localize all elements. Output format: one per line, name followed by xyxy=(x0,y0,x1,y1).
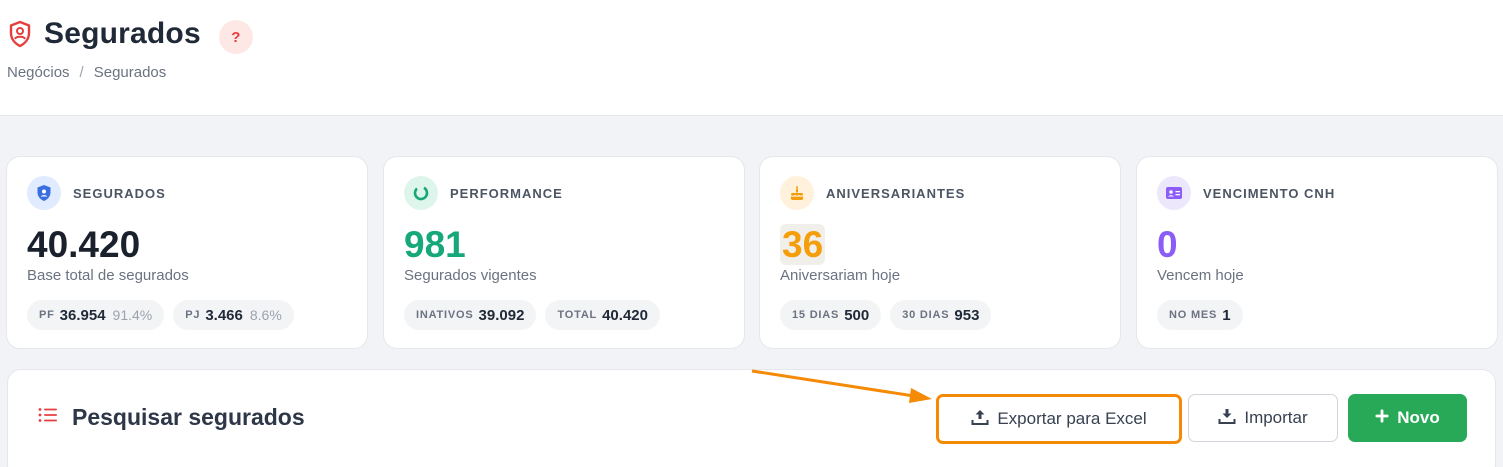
card-vencimento-cnh: VENCIMENTO CNH 0 Vencem hoje NO MES 1 xyxy=(1136,156,1498,349)
import-button[interactable]: Importar xyxy=(1188,394,1338,442)
card-value: 0 xyxy=(1157,224,1178,265)
breadcrumb-item-negocios[interactable]: Negócios xyxy=(7,64,70,81)
upload-icon xyxy=(971,409,989,430)
chip-value: 500 xyxy=(844,306,870,324)
progress-ring-icon xyxy=(404,176,438,210)
chip-value: 1 xyxy=(1222,306,1231,324)
card-aniversariantes: ANIVERSARIANTES 36 Aniversariam hoje 15 … xyxy=(759,156,1121,349)
card-label: ANIVERSARIANTES xyxy=(826,185,966,201)
page-header: Segurados ? Negócios / Segurados xyxy=(0,0,1503,116)
breadcrumb-separator: / xyxy=(79,64,84,81)
shield-user-icon xyxy=(8,19,34,49)
chip-label: PF xyxy=(39,309,55,321)
card-value: 40.420 xyxy=(27,224,141,265)
card-chips: NO MES 1 xyxy=(1157,300,1243,330)
card-label: SEGURADOS xyxy=(73,185,166,201)
card-subtitle: Vencem hoje xyxy=(1157,267,1244,284)
card-label: PERFORMANCE xyxy=(450,185,563,201)
chip-value: 36.954 xyxy=(59,306,106,324)
chip-label: PJ xyxy=(185,309,201,321)
chip-inativos: INATIVOS 39.092 xyxy=(404,300,537,330)
card-value: 981 xyxy=(404,224,466,265)
chip-label: INATIVOS xyxy=(416,309,474,321)
card-label: VENCIMENTO CNH xyxy=(1203,185,1336,201)
card-value-text: 36 xyxy=(780,224,826,265)
page-title: Segurados xyxy=(44,17,201,50)
search-title: Pesquisar segurados xyxy=(72,404,305,430)
chip-value: 953 xyxy=(954,306,980,324)
card-header: PERFORMANCE xyxy=(404,176,563,210)
card-subtitle: Base total de segurados xyxy=(27,267,189,284)
card-subtitle: Aniversariam hoje xyxy=(780,267,901,284)
card-header: SEGURADOS xyxy=(27,176,166,210)
card-segurados: SEGURADOS 40.420 Base total de segurados… xyxy=(6,156,368,349)
shield-user-icon xyxy=(27,176,61,210)
chip-percent: 8.6% xyxy=(249,307,282,323)
chip-total: TOTAL 40.420 xyxy=(545,300,660,330)
card-header: ANIVERSARIANTES xyxy=(780,176,965,210)
export-label: Exportar para Excel xyxy=(997,409,1147,428)
chip-30-dias: 30 DIAS 953 xyxy=(890,300,992,330)
card-chips: 15 DIAS 500 30 DIAS 953 xyxy=(780,300,992,330)
chip-pf: PF 36.954 91.4% xyxy=(27,300,165,330)
download-icon xyxy=(1218,408,1236,429)
card-chips: PF 36.954 91.4% PJ 3.466 8.6% xyxy=(27,300,294,330)
import-label: Importar xyxy=(1244,408,1308,427)
chip-pj: PJ 3.466 8.6% xyxy=(173,300,294,330)
card-chips: INATIVOS 39.092 TOTAL 40.420 xyxy=(404,300,660,330)
chip-15-dias: 15 DIAS 500 xyxy=(780,300,882,330)
help-button[interactable]: ? xyxy=(218,20,253,54)
chip-percent: 91.4% xyxy=(112,307,153,323)
new-button[interactable]: Novo xyxy=(1348,394,1467,442)
card-value: 36 xyxy=(780,223,826,267)
breadcrumb: Negócios / Segurados xyxy=(7,64,166,81)
id-card-icon xyxy=(1157,176,1191,210)
search-title-row: Pesquisar segurados xyxy=(38,404,305,431)
chip-value: 40.420 xyxy=(602,306,648,324)
chip-label: 30 DIAS xyxy=(902,309,950,321)
list-icon xyxy=(38,407,58,428)
cake-icon xyxy=(780,176,814,210)
chip-label: 15 DIAS xyxy=(792,309,840,321)
card-performance: PERFORMANCE 981 Segurados vigentes INATI… xyxy=(383,156,745,349)
title-row: Segurados ? xyxy=(8,14,253,54)
breadcrumb-item-segurados: Segurados xyxy=(93,64,167,81)
new-label: Novo xyxy=(1397,408,1440,427)
plus-icon xyxy=(1375,408,1389,428)
card-subtitle: Segurados vigentes xyxy=(404,267,537,284)
card-header: VENCIMENTO CNH xyxy=(1157,176,1335,210)
chip-value: 3.466 xyxy=(205,306,243,324)
chip-label: TOTAL xyxy=(557,309,598,321)
chip-label: NO MES xyxy=(1169,309,1218,321)
chip-value: 39.092 xyxy=(478,306,525,324)
export-excel-button[interactable]: Exportar para Excel xyxy=(936,394,1182,444)
chip-no-mes: NO MES 1 xyxy=(1157,300,1243,330)
